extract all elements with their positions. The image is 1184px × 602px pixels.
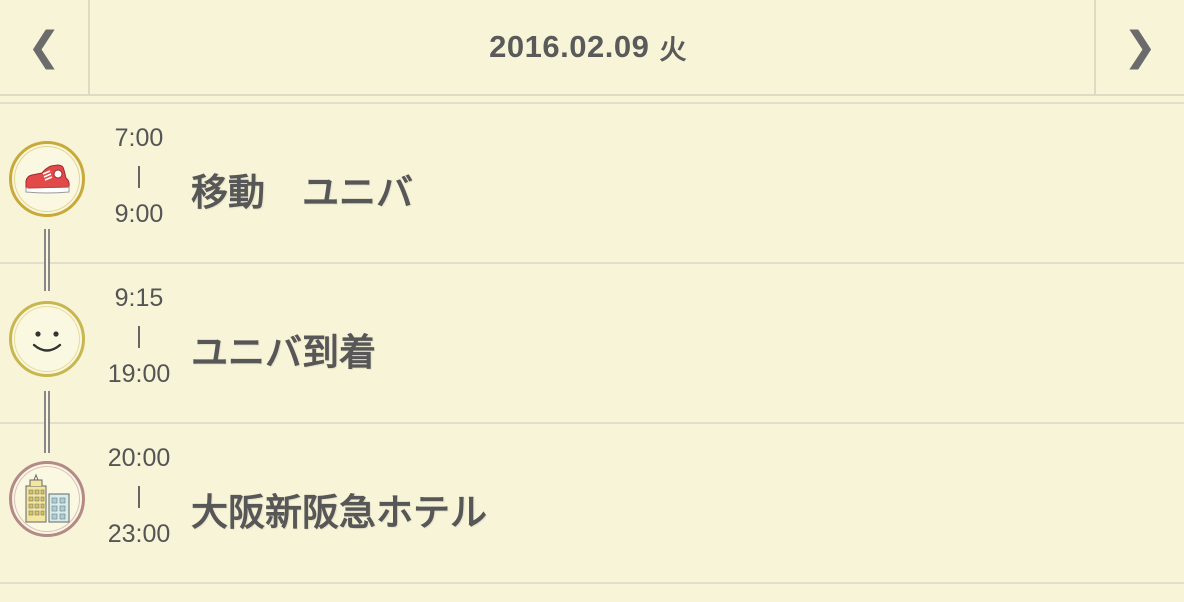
time-range: 20:00 23:00 xyxy=(100,446,178,547)
time-range: 9:15 19:00 xyxy=(100,286,178,387)
weekday-text: 火 xyxy=(659,34,687,66)
time-separator xyxy=(138,486,140,508)
end-time: 23:00 xyxy=(107,520,171,548)
start-time: 9:15 xyxy=(114,284,164,312)
start-time: 7:00 xyxy=(114,124,164,152)
event-title: 移動 ユニバ xyxy=(191,171,413,214)
schedule-item[interactable]: 20:00 23:00 大阪新阪急ホテル xyxy=(0,422,1184,584)
next-day-button[interactable]: ❯ xyxy=(1094,0,1184,94)
timeline-connector xyxy=(44,391,50,453)
date-navigation-header: ❮ 2016.02.09 火 ❯ xyxy=(0,0,1184,96)
schedule-list: 7:00 9:00 移動 ユニバ 9:15 19:00 ユニバ到着 20:00 … xyxy=(0,102,1184,584)
time-range: 7:00 9:00 xyxy=(100,126,178,227)
schedule-item[interactable]: 7:00 9:00 移動 ユニバ xyxy=(0,102,1184,262)
end-time: 19:00 xyxy=(107,360,171,388)
event-title: ユニバ到着 xyxy=(191,331,376,374)
chevron-left-icon: ❮ xyxy=(27,24,61,70)
end-time: 9:00 xyxy=(114,200,164,228)
chevron-right-icon: ❯ xyxy=(1123,24,1157,70)
event-title: 大阪新阪急ホテル xyxy=(191,491,487,534)
smiley-icon xyxy=(9,301,85,377)
time-separator xyxy=(138,326,140,348)
sneaker-icon xyxy=(9,141,85,217)
date-title: 2016.02.09 火 xyxy=(90,0,1086,94)
buildings-icon xyxy=(9,461,85,537)
timeline-connector xyxy=(44,229,50,291)
start-time: 20:00 xyxy=(107,444,171,472)
previous-day-button[interactable]: ❮ xyxy=(0,0,90,94)
time-separator xyxy=(138,166,140,188)
date-text: 2016.02.09 xyxy=(489,29,650,64)
schedule-item[interactable]: 9:15 19:00 ユニバ到着 xyxy=(0,262,1184,422)
